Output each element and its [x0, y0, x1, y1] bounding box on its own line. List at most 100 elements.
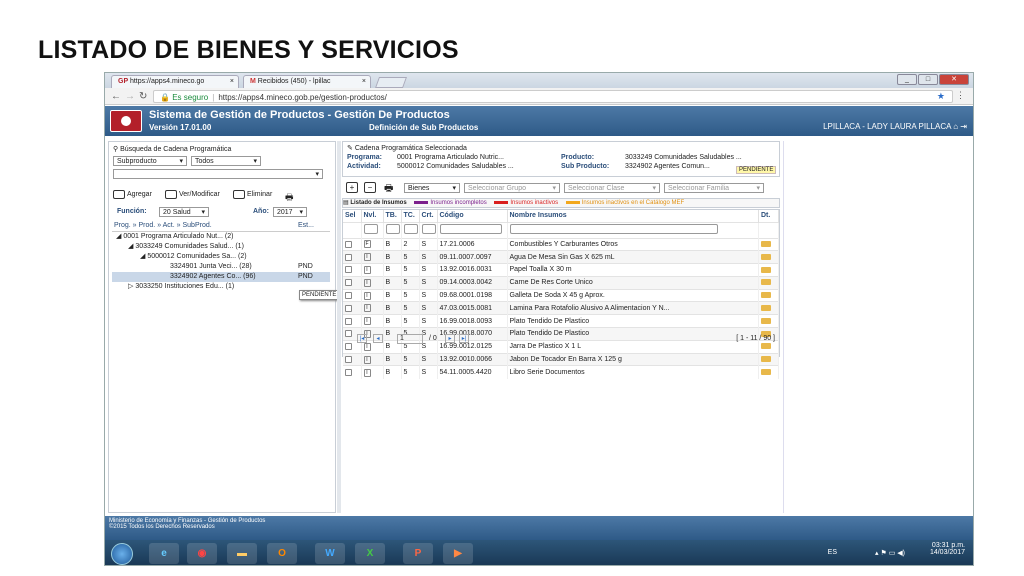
filter-select-type[interactable]: Subproducto ▾	[113, 156, 187, 166]
bookmark-star-icon[interactable]: ★	[937, 91, 945, 102]
col-nvl[interactable]: Nvl.	[361, 210, 384, 222]
maximize-button[interactable]: □	[918, 74, 938, 85]
add-insumo-icon[interactable]: +	[346, 182, 358, 193]
col-crt[interactable]: Crt.	[419, 210, 438, 222]
col-codigo[interactable]: Código	[437, 210, 508, 222]
col-tc[interactable]: TC.	[401, 210, 420, 222]
row-select-checkbox[interactable]	[345, 304, 352, 312]
table-row[interactable]: I B 5 S 09.11.0007.0097 Agua De Mesa Sin Gas …	[343, 250, 779, 264]
url-input[interactable]: 🔒 Es seguro | https://apps4.mineco.gob.pe/…	[153, 90, 953, 103]
page-input[interactable]: 1	[397, 334, 423, 344]
row-select-checkbox[interactable]	[345, 240, 352, 248]
filter-crt-input[interactable]	[421, 224, 436, 234]
col-dt[interactable]: Dt.	[758, 210, 779, 222]
back-icon[interactable]: ←	[111, 91, 121, 102]
tree-node[interactable]: ▷ 3033250 Instituciones Edu... (1)	[112, 282, 330, 292]
filter-codigo-input[interactable]	[439, 224, 502, 234]
search-heading-text: Búsqueda de Cadena Programática	[120, 146, 232, 153]
tab-close-icon[interactable]: ×	[230, 78, 234, 85]
start-button[interactable]	[111, 543, 133, 565]
grupo-select[interactable]: Seleccionar Grupo ▾	[464, 183, 560, 193]
outlook-icon[interactable]: O	[267, 543, 297, 564]
remove-insumo-icon[interactable]: −	[364, 182, 376, 193]
clase-select[interactable]: Seleccionar Clase ▾	[564, 183, 660, 193]
chrome-icon[interactable]: ◉	[187, 543, 217, 564]
delete-button[interactable]: Eliminar	[233, 190, 272, 199]
tree-node[interactable]: 3324901 Junta Veci... (28) PND	[112, 262, 330, 272]
row-select-checkbox[interactable]	[345, 266, 352, 274]
print-icon[interactable]: 🖶	[384, 181, 393, 198]
view-edit-button[interactable]: Ver/Modificar	[165, 190, 220, 199]
table-row[interactable]: I B 5 S 47.03.0015.0081 Lamina Para Rotafolio…	[343, 301, 779, 315]
powerpoint-icon[interactable]: P	[403, 543, 433, 564]
folder-icon[interactable]	[761, 369, 771, 376]
row-select-checkbox[interactable]	[345, 253, 352, 261]
minimize-button[interactable]: _	[897, 74, 917, 85]
folder-icon[interactable]	[761, 317, 771, 324]
col-tb[interactable]: TB.	[383, 210, 402, 222]
print-button[interactable]: 🖶	[285, 190, 294, 206]
table-row[interactable]: I B 5 S 09.14.0003.0042 Carne De Res Corte Un…	[343, 275, 779, 290]
clock[interactable]: 03:31 p.m. 14/03/2017	[915, 542, 965, 556]
filter-nombre-input[interactable]	[509, 224, 718, 234]
filter-tb-input[interactable]	[385, 224, 400, 234]
col-sel[interactable]: Sel	[343, 210, 362, 222]
excel-icon[interactable]: X	[355, 543, 385, 564]
tab-close-icon[interactable]: ×	[362, 78, 366, 85]
ie-icon[interactable]: e	[149, 543, 179, 564]
folder-icon[interactable]	[761, 292, 771, 299]
row-select-checkbox[interactable]	[345, 291, 352, 299]
row-select-checkbox[interactable]	[345, 279, 352, 287]
table-row[interactable]: F B 2 S 17.21.0006 Combustibles Y Carburantes…	[343, 237, 779, 251]
folder-icon[interactable]	[761, 266, 771, 273]
forward-icon[interactable]: →	[125, 91, 135, 102]
tree-node[interactable]: ◢ 0001 Programa Articulado Nut... (2)	[112, 232, 330, 242]
tray-icons[interactable]: ▴ ⚑ ▭ ◀)	[875, 549, 905, 557]
folder-icon[interactable]: ▬	[227, 543, 257, 564]
browser-tab-mail[interactable]: M Recibidos (450) - lpillac ×	[243, 75, 371, 88]
folder-icon[interactable]	[761, 253, 771, 260]
folder-icon[interactable]	[761, 241, 771, 248]
filter-tc-input[interactable]	[403, 224, 418, 234]
first-page-icon[interactable]: |◂	[357, 334, 367, 343]
close-window-button[interactable]: ✕	[939, 74, 969, 85]
familia-select[interactable]: Seleccionar Familia ▾	[664, 183, 764, 193]
tree-node[interactable]: ◢ 3033249 Comunidades Salud... (1)	[112, 242, 330, 252]
row-select-checkbox[interactable]	[345, 368, 352, 376]
folder-icon[interactable]	[761, 279, 771, 286]
add-button[interactable]: Agregar	[113, 190, 152, 199]
folder-icon[interactable]	[761, 305, 771, 312]
folder-icon[interactable]	[761, 356, 771, 363]
table-row[interactable]: I B 5 S 16.99.0018.0093 Plato Tendido De Plas…	[343, 314, 779, 328]
table-row[interactable]: I B 5 S 13.92.0010.0066 Jabon De Tocador En B…	[343, 352, 779, 366]
language-indicator[interactable]: ES	[828, 549, 837, 556]
anio-select[interactable]: 2017 ▾	[273, 207, 307, 217]
last-page-icon[interactable]: ▸|	[459, 334, 469, 343]
browser-tab-app[interactable]: GP https://apps4.mineco.go ×	[111, 75, 239, 88]
table-row[interactable]: I B 5 S 54.11.0005.4420 Libro Serie Documento…	[343, 365, 779, 379]
search-input[interactable]: ▾	[113, 169, 323, 179]
col-nombre[interactable]: Nombre Insumos	[507, 210, 759, 222]
reload-icon[interactable]: ↻	[139, 91, 147, 102]
type-select[interactable]: Bienes ▾	[404, 183, 460, 193]
table-row[interactable]: I B 5 S 13.92.0016.0031 Papel Toalla X 30 m	[343, 263, 779, 277]
filter-nvl-input[interactable]	[363, 224, 378, 234]
next-page-icon[interactable]: ▸	[445, 334, 455, 343]
logout-icon[interactable]: ⇥	[960, 122, 967, 131]
tree-node-selected[interactable]: 3324902 Agentes Co... (96) PND	[112, 272, 330, 282]
home-icon[interactable]: ⌂	[953, 122, 958, 131]
row-select-checkbox[interactable]	[345, 355, 352, 363]
prev-page-icon[interactable]: ◂	[373, 334, 383, 343]
media-icon[interactable]: ▶	[443, 543, 473, 564]
new-tab-button[interactable]	[374, 77, 408, 88]
table-row[interactable]: I B 5 S 09.68.0001.0198 Galleta De Soda X 45 …	[343, 288, 779, 302]
word-icon[interactable]: W	[315, 543, 345, 564]
row-select-checkbox[interactable]	[345, 317, 352, 325]
slide-title: LISTADO DE BIENES Y SERVICIOS	[38, 36, 459, 64]
filter-select-scope[interactable]: Todos ▾	[191, 156, 261, 166]
funcion-select[interactable]: 20 Salud ▾	[159, 207, 209, 217]
tree-node[interactable]: ◢ 5000012 Comunidades Sa... (2)	[112, 252, 330, 262]
panel-splitter[interactable]	[337, 141, 341, 513]
pager: |◂ ◂ 1 / 0 ▸ ▸| [ 1 - 11 / 90 ]	[347, 334, 777, 346]
menu-icon[interactable]: ⋮	[956, 90, 965, 101]
